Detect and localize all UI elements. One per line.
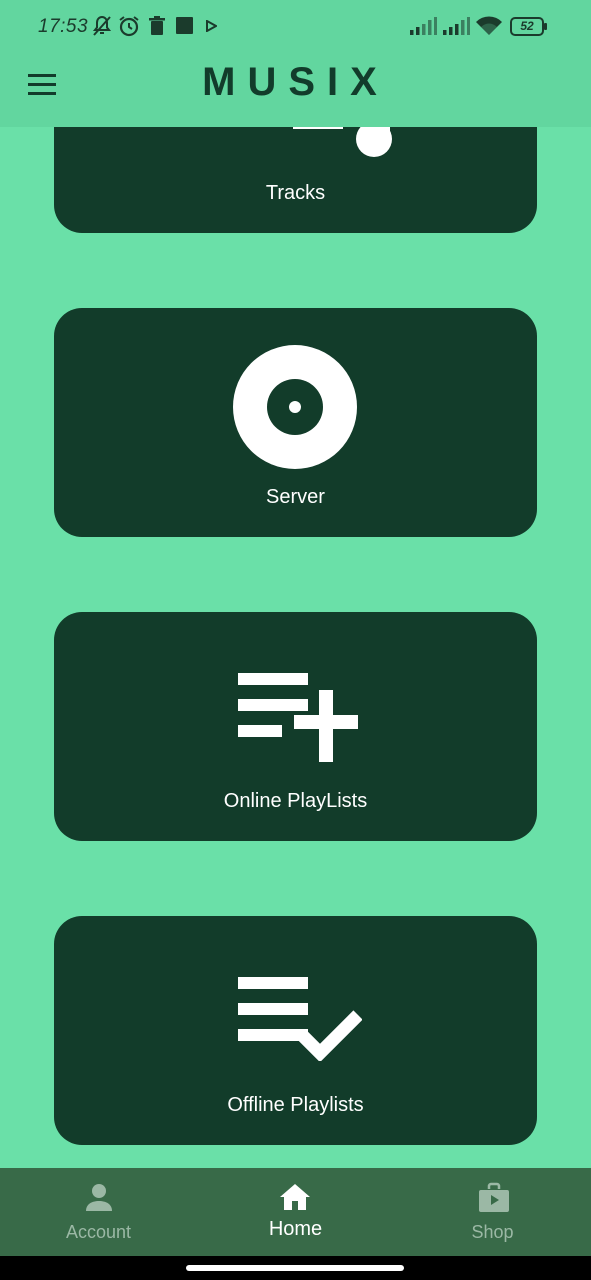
signal-icon — [410, 17, 437, 35]
status-time: 17:53 — [38, 16, 89, 37]
nav-label: Account — [65, 1222, 132, 1242]
bell-off-icon — [92, 15, 112, 36]
wifi-icon — [476, 16, 502, 35]
app-bar: MUSIX — [0, 52, 591, 127]
home-icon — [280, 1184, 310, 1210]
shop-icon — [479, 1182, 509, 1212]
playlist-add-icon — [238, 673, 358, 762]
status-bar: 17:53 52 — [0, 0, 591, 52]
card-label: Server — [266, 486, 325, 508]
bottom-navigation: Account Home Shop — [0, 1168, 591, 1256]
card-online-playlists[interactable]: Online PlayLists — [54, 612, 537, 841]
gesture-handle[interactable] — [186, 1265, 404, 1271]
trash-icon — [149, 16, 165, 35]
disc-icon — [233, 345, 357, 469]
card-label: Online PlayLists — [223, 790, 368, 812]
nav-label: Shop — [471, 1222, 514, 1242]
alarm-icon — [119, 16, 139, 37]
card-label: Tracks — [265, 182, 326, 204]
signal-icon-2 — [443, 17, 470, 35]
playlist-check-icon — [238, 977, 362, 1061]
play-icon — [206, 20, 217, 32]
nav-item-home[interactable]: Home — [197, 1168, 394, 1256]
card-label: Offline Playlists — [227, 1094, 364, 1116]
nav-item-account[interactable]: Account — [0, 1168, 197, 1256]
person-icon — [86, 1184, 112, 1211]
nav-label: Home — [268, 1218, 323, 1240]
card-offline-playlists[interactable]: Offline Playlists — [54, 916, 537, 1145]
system-gesture-bar — [0, 1256, 591, 1280]
nav-item-shop[interactable]: Shop — [394, 1168, 591, 1256]
app-title: MUSIX — [202, 60, 389, 104]
battery-level: 52 — [520, 19, 534, 33]
card-server[interactable]: Server — [54, 308, 537, 537]
square-icon — [176, 17, 193, 34]
